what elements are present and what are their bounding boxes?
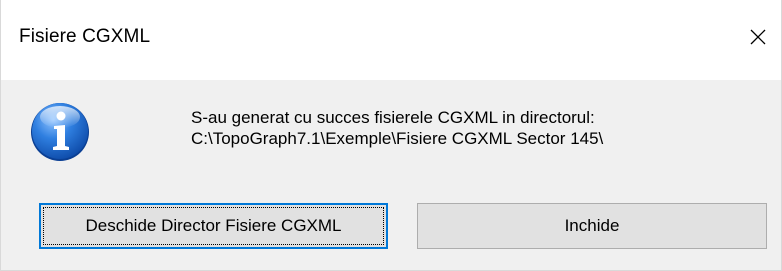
info-icon — [29, 100, 91, 162]
title-bar: Fisiere CGXML — [1, 0, 781, 80]
message-dialog: Fisiere CGXML S-au generat cu succes fis… — [0, 0, 782, 271]
close-window-button[interactable] — [735, 14, 781, 60]
message-line-1: S-au generat cu succes fisierele CGXML i… — [191, 108, 595, 127]
close-icon — [750, 29, 766, 45]
close-button[interactable]: Inchide — [417, 203, 767, 249]
window-title: Fisiere CGXML — [19, 26, 151, 47]
message-text: S-au generat cu succes fisierele CGXML i… — [191, 107, 603, 149]
close-button-label: Inchide — [564, 216, 620, 235]
open-directory-button[interactable]: Deschide Director Fisiere CGXML — [39, 203, 388, 249]
message-line-2: C:\TopoGraph7.1\Exemple\Fisiere CGXML Se… — [191, 129, 604, 148]
open-directory-label: Deschide Director Fisiere CGXML — [85, 216, 342, 235]
